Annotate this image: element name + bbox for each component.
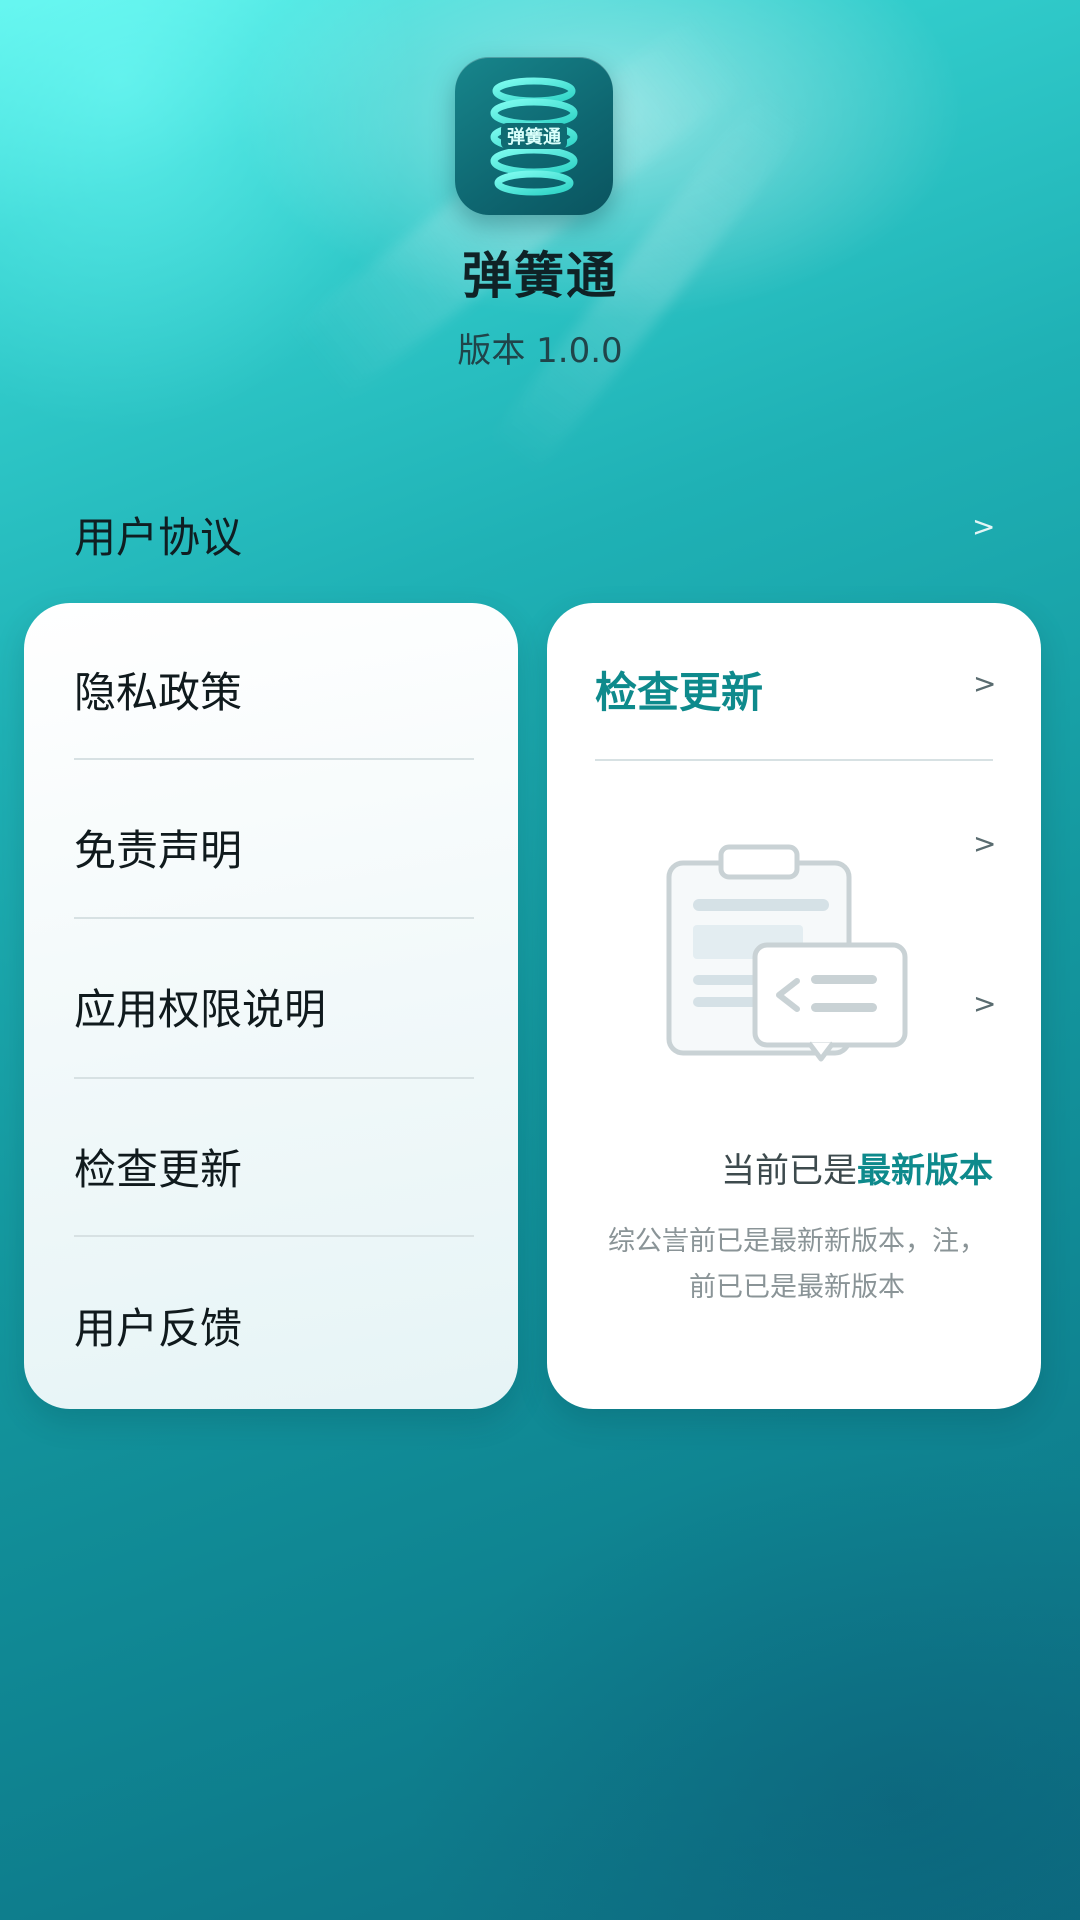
chevron-right-icon[interactable]: > <box>973 827 996 860</box>
chevron-right-icon[interactable]: > <box>973 987 996 1020</box>
menu-item-app-permissions[interactable]: 应用权限说明 <box>24 920 518 1078</box>
status-highlight: 最新版本 <box>857 1151 993 1191</box>
divider <box>74 917 474 919</box>
menu-item-label: 隐私政策 <box>74 668 243 717</box>
chevron-right-icon: > <box>972 510 996 543</box>
note-line: 前已已是最新版本 <box>689 1272 905 1303</box>
divider <box>595 759 993 761</box>
menu-item-label: 免责声明 <box>74 826 243 875</box>
menu-item-label: 应用权限说明 <box>74 985 327 1034</box>
divider <box>74 1077 474 1079</box>
menu-item-check-update[interactable]: 检查更新 <box>24 1080 518 1238</box>
update-card: 检查更新 > > > 当前已是最新版本 综公訔前已是最新新版本，注， 前已已是最… <box>547 603 1041 1409</box>
app-name: 弹簧通 <box>462 247 618 305</box>
settings-menu-card: 隐私政策 免责声明 应用权限说明 检查更新 用户反馈 <box>24 603 518 1409</box>
app-logo-icon: 弹簧通 <box>455 57 613 215</box>
app-version: 版本 1.0.0 <box>457 331 623 371</box>
divider <box>74 1235 474 1237</box>
menu-item-user-feedback[interactable]: 用户反馈 <box>24 1239 518 1397</box>
menu-item-disclaimer[interactable]: 免责声明 <box>24 761 518 919</box>
update-card-title: 检查更新 <box>595 668 764 717</box>
update-note: 综公訔前已是最新新版本，注， 前已已是最新版本 <box>587 1219 1007 1311</box>
status-prefix: 当前已是 <box>721 1151 857 1191</box>
spring-coil-icon: 弹簧通 <box>490 77 578 196</box>
menu-item-privacy-policy[interactable]: 隐私政策 <box>24 603 518 761</box>
note-line: 综公訔前已是最新新版本，注， <box>608 1226 986 1257</box>
logo-text: 弹簧通 <box>507 126 561 148</box>
check-update-header[interactable]: 检查更新 > <box>547 603 1041 761</box>
menu-item-label: 用户反馈 <box>74 1304 243 1353</box>
divider <box>74 758 474 760</box>
update-status: 当前已是最新版本 <box>547 1143 993 1192</box>
menu-item-user-agreement[interactable]: 用户协议 > <box>0 480 1080 580</box>
menu-item-label: 检查更新 <box>74 1145 243 1194</box>
chevron-right-icon: > <box>973 667 997 700</box>
clipboard-message-icon <box>659 833 919 1063</box>
menu-item-label: 用户协议 <box>74 513 243 562</box>
